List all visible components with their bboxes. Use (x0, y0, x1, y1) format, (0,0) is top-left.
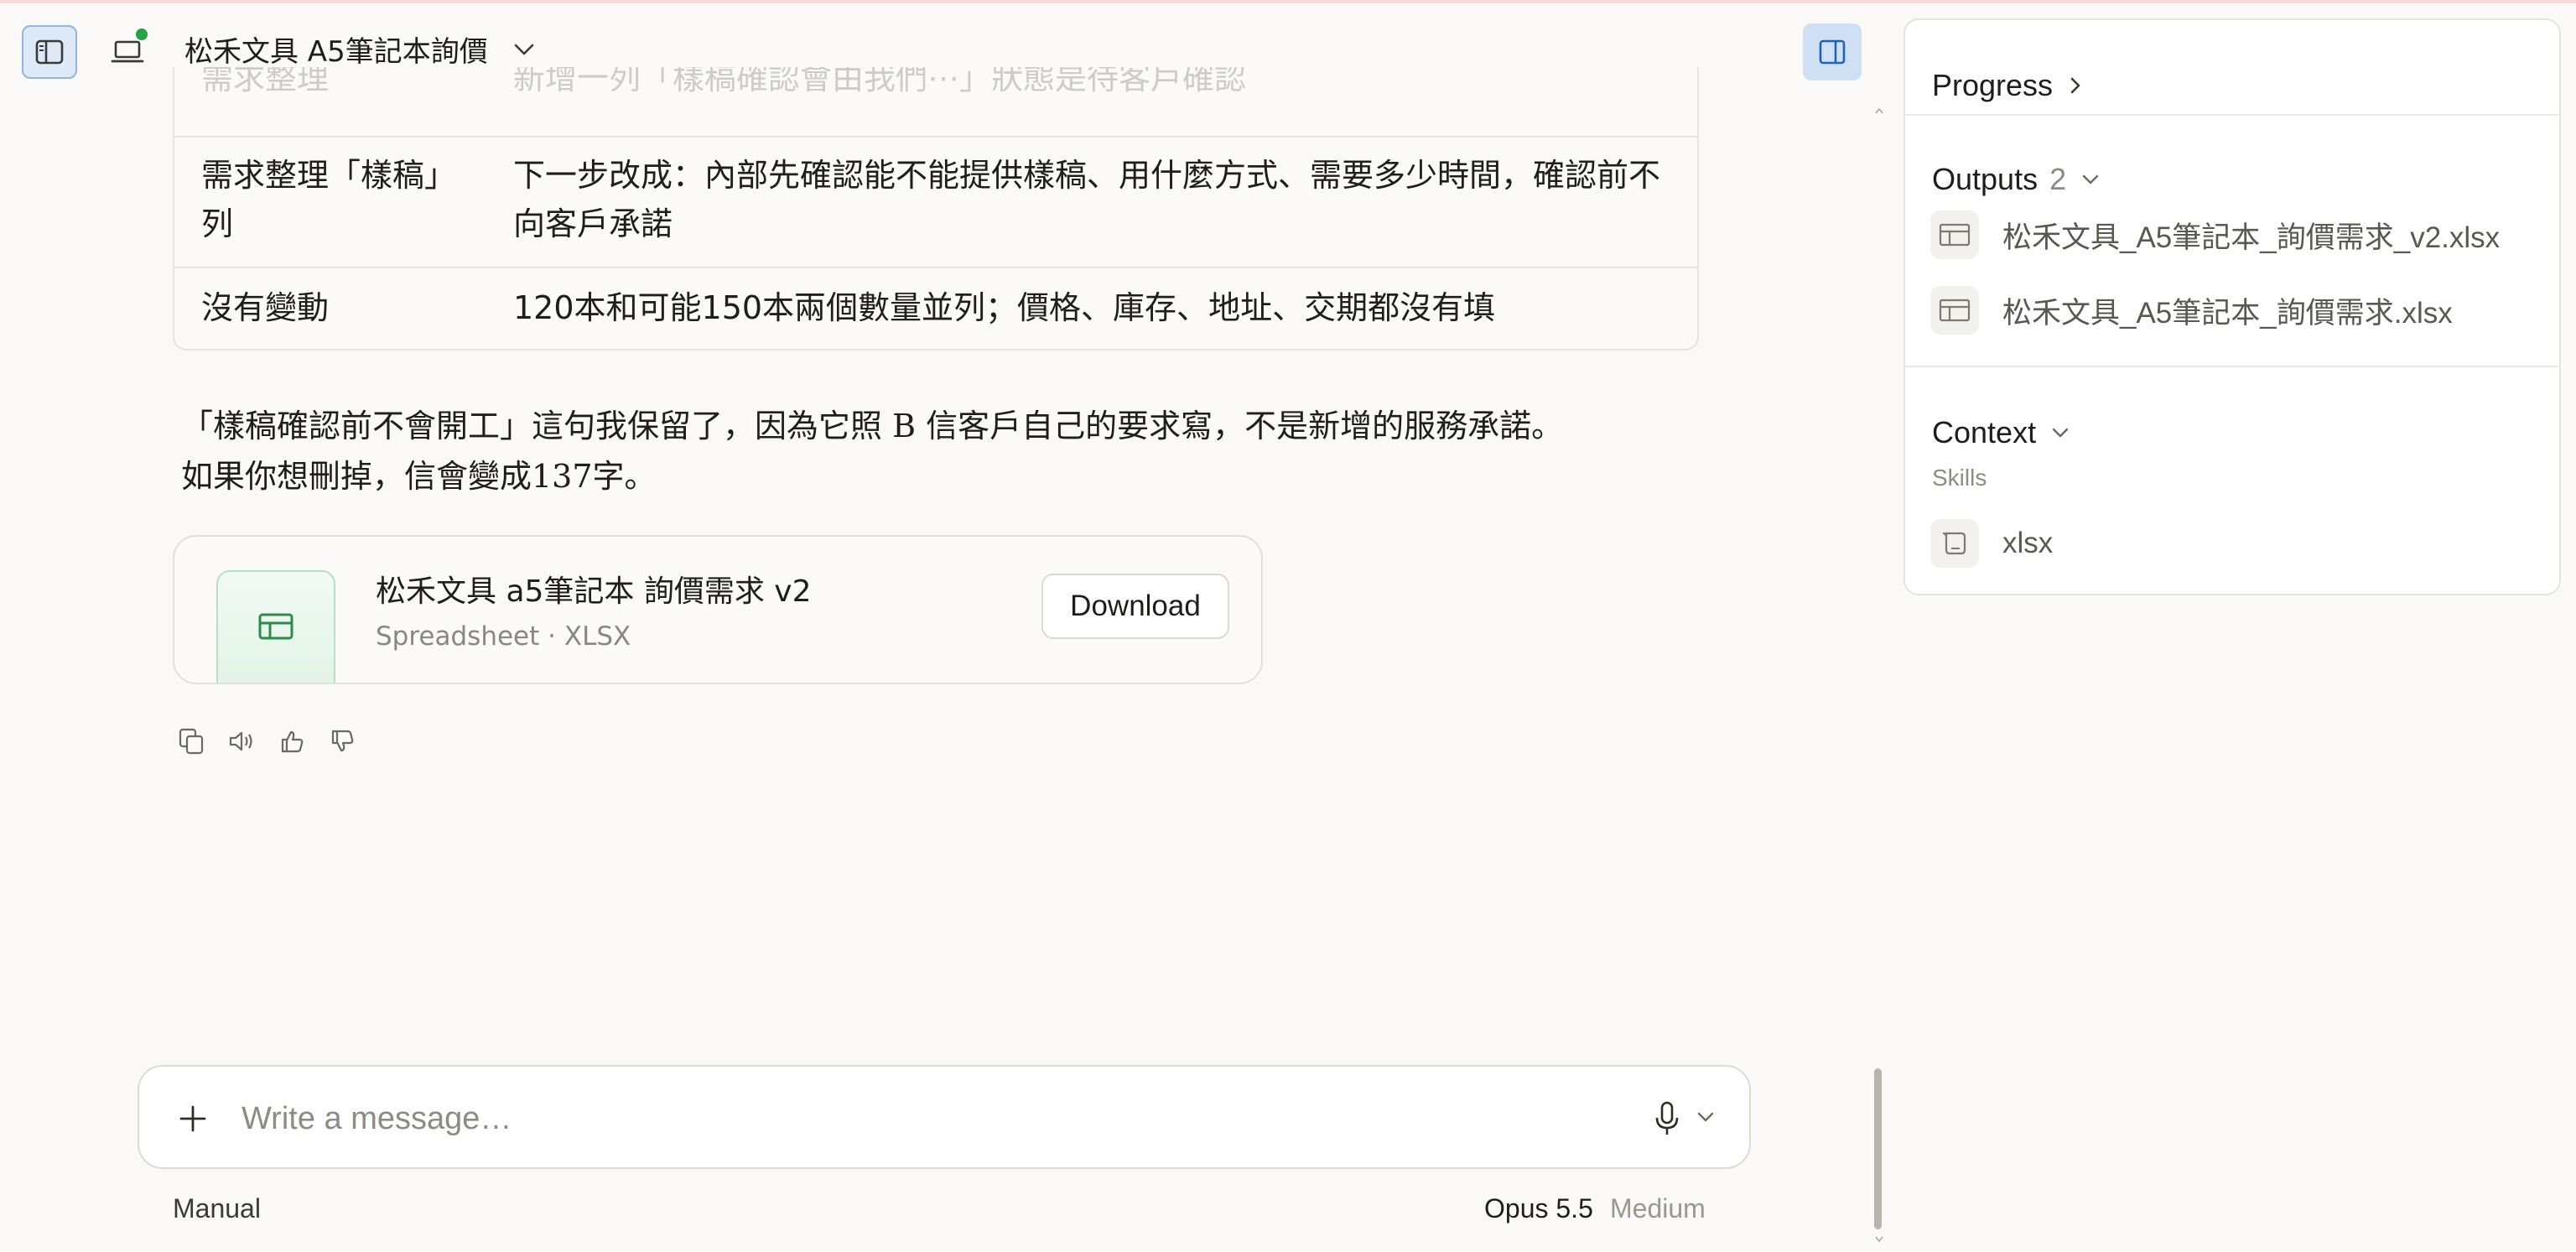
changes-table: 需求整理 新增一列「樣稿確認會由我們⋯」狀態是待客戶確認 需求整理「樣稿」列 下… (173, 67, 1699, 351)
copy-icon (179, 728, 204, 755)
divider (1905, 366, 2559, 367)
file-attachment-card[interactable]: 松禾文具 a5筆記本 詢價需求 v2 Spreadsheet · XLSX Do… (173, 535, 1263, 684)
sidebar-icon (35, 39, 64, 65)
laptop-icon (111, 40, 144, 63)
right-panel: Progress Outputs 2 松禾文具_A5筆記本_詢價需求_v2.xl… (1903, 18, 2561, 595)
voice-input-button[interactable] (1649, 1097, 1685, 1140)
spreadsheet-icon (1930, 210, 1979, 259)
thumbs-down-button[interactable] (329, 726, 356, 756)
add-attachment-button[interactable] (173, 1099, 213, 1139)
thumbs-up-button[interactable] (278, 726, 305, 756)
output-file-name: 松禾文具_A5筆記本_詢價需求.xlsx (2002, 296, 2453, 330)
chevron-down-icon[interactable] (1696, 1107, 1716, 1127)
speaker-icon (229, 731, 252, 751)
message-composer (138, 1065, 1751, 1169)
scroll-up-arrow-icon[interactable] (1875, 107, 1883, 114)
output-file-item[interactable]: 松禾文具_A5筆記本_詢價需求.xlsx (1930, 283, 2453, 337)
skill-item[interactable]: xlsx (1930, 517, 2053, 570)
message-line: 如果你想刪掉，信會變成137字。 (181, 458, 657, 495)
outputs-section-header[interactable]: Outputs 2 (1932, 158, 2101, 201)
chevron-down-icon (2052, 428, 2069, 438)
progress-title: Progress (1932, 68, 2054, 102)
divider (1905, 114, 2559, 116)
scrollbar-thumb[interactable] (1874, 1068, 1882, 1229)
thumbs-up-icon (281, 730, 304, 753)
message-input[interactable] (240, 1088, 1501, 1149)
message-actions (178, 726, 356, 756)
outputs-count: 2 (2049, 162, 2067, 196)
table-cell: 120本和可能150本兩個數量並列；價格、庫存、地址、交期都沒有填 (513, 289, 1496, 326)
spreadsheet-icon (258, 613, 293, 640)
table-cell: 沒有變動 (201, 289, 330, 326)
mode-selector[interactable]: Manual (173, 1189, 261, 1228)
assistant-message: 「樣稿確認前不會開工」這句我保留了，因為它照 B 信客戶自己的要求寫，不是新增的… (181, 401, 1724, 501)
message-line: 「樣稿確認前不會開工」這句我保留了，因為它照 B 信客戶自己的要求寫，不是新增的… (181, 408, 1564, 444)
device-status-button[interactable] (104, 25, 151, 79)
download-button[interactable]: Download (1041, 574, 1229, 639)
outputs-title: Outputs (1932, 162, 2038, 196)
chevron-right-icon (2070, 77, 2080, 94)
skills-label: Skills (1932, 465, 1987, 491)
table-row: 需求整理 新增一列「樣稿確認會由我們⋯」狀態是待客戶確認 (174, 67, 1697, 138)
skill-name: xlsx (2002, 527, 2054, 559)
copy-button[interactable] (178, 726, 205, 756)
table-row: 需求整理「樣稿」列 下一步改成：內部先確認能不能提供樣稿、用什麼方式、需要多少時… (174, 136, 1697, 267)
thumbs-down-icon (331, 730, 354, 752)
effort-selector[interactable]: Medium (1610, 1189, 1706, 1228)
top-accent-line (0, 0, 2576, 3)
microphone-icon (1655, 1101, 1679, 1135)
chevron-down-icon[interactable] (512, 37, 537, 62)
file-thumbnail (216, 570, 335, 683)
right-panel-toggle-button[interactable] (1803, 23, 1862, 81)
table-cell: 需求整理「樣稿」列 (201, 157, 457, 242)
chevron-down-icon (2082, 174, 2099, 184)
context-section-header[interactable]: Context (1932, 411, 2071, 455)
scroll-icon (1930, 519, 1979, 568)
context-title: Context (1932, 415, 2037, 449)
table-cell: 需求整理 (201, 67, 330, 96)
scroll-down-arrow-icon[interactable] (1875, 1236, 1883, 1243)
table-cell: 下一步改成：內部先確認能不能提供樣稿、用什麼方式、需要多少時間，確認前不向客戶承… (513, 157, 1661, 242)
progress-section-header[interactable]: Progress (1932, 64, 2085, 107)
online-status-dot (136, 29, 148, 40)
output-file-item[interactable]: 松禾文具_A5筆記本_詢價需求_v2.xlsx (1930, 208, 2500, 262)
plus-icon (179, 1105, 206, 1132)
table-row: 沒有變動 120本和可能150本兩個數量並列；價格、庫存、地址、交期都沒有填 (174, 267, 1697, 349)
output-file-name: 松禾文具_A5筆記本_詢價需求_v2.xlsx (2002, 221, 2501, 254)
read-aloud-button[interactable] (228, 726, 255, 756)
panel-right-icon (1819, 39, 1846, 65)
model-selector[interactable]: Opus 5.5 (1484, 1189, 1593, 1228)
file-type-label: Spreadsheet · XLSX (376, 621, 631, 652)
spreadsheet-icon (1930, 286, 1979, 335)
table-cell: 新增一列「樣稿確認會由我們⋯」狀態是待客戶確認 (513, 67, 1247, 96)
file-name: 松禾文具 a5筆記本 詢價需求 v2 (376, 574, 812, 609)
sidebar-toggle-button[interactable] (22, 25, 77, 79)
